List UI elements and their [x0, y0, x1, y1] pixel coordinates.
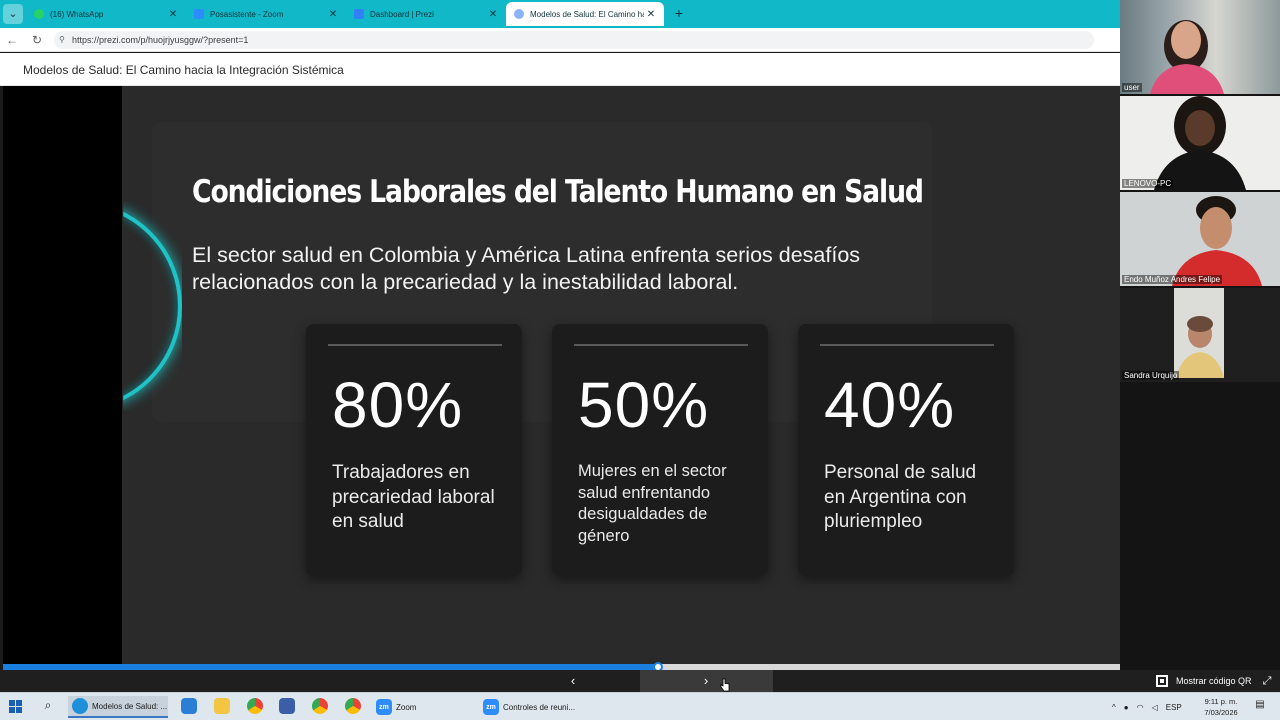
clock-time: 9:11 p. m. [1204, 697, 1238, 706]
tab-posasistente-zoom[interactable]: Posasistente - Zoom ✕ [186, 2, 346, 26]
stat-description: Trabajadores en precariedad laboral en s… [332, 462, 495, 532]
participant-tile[interactable]: Sandra Urquijo [1120, 288, 1280, 382]
presentation-control-bar: ‹ › Mostrar código QR ⤢ [0, 670, 1280, 692]
zoom-icon: zm [483, 699, 499, 715]
presentation-title: Modelos de Salud: El Camino hacia la Int… [23, 63, 344, 77]
chrome-icon[interactable] [312, 698, 328, 714]
new-tab-plus-icon[interactable]: + [671, 4, 687, 22]
hand-cursor-icon [720, 678, 730, 692]
qr-label: Mostrar código QR [1176, 676, 1252, 686]
language-indicator[interactable]: ESP [1166, 703, 1182, 712]
app-icon[interactable] [279, 698, 295, 714]
edge-icon [72, 698, 88, 714]
stat-description: Personal de salud en Argentina con pluri… [824, 462, 977, 532]
url-text: https://prezi.com/p/huojrjyusggw/?presen… [72, 35, 249, 45]
taskbar-app-label: Zoom [396, 702, 417, 712]
presentation-stage[interactable]: Condiciones Laborales del Talento Humano… [3, 86, 1157, 664]
slide-subtitle: El sector salud en Colombia y América La… [192, 243, 861, 294]
close-icon[interactable]: ✕ [166, 9, 180, 20]
address-bar[interactable]: ⚲ https://prezi.com/p/huojrjyusggw/?pres… [54, 31, 1094, 49]
participant-name: Sandra Urquijo [1122, 371, 1180, 380]
prezi-icon [354, 9, 364, 19]
show-qr-button[interactable]: Mostrar código QR [1156, 673, 1252, 689]
participant-name: LENOVO-PC [1122, 179, 1174, 188]
card-divider [328, 344, 502, 346]
close-icon[interactable]: ✕ [326, 9, 340, 20]
chevron-up-icon[interactable]: ^ [1112, 703, 1116, 712]
participant-video [1154, 96, 1246, 190]
fullscreen-icon[interactable]: ⤢ [1260, 673, 1274, 689]
stat-card: 80% Trabajadores en precariedad laboral … [306, 324, 522, 576]
stat-value: 40% [824, 369, 956, 441]
notification-icon[interactable]: ▤ [1253, 699, 1267, 713]
stat-card: 50% Mujeres en el sector salud enfrentan… [552, 324, 768, 576]
taskbar-app-zoom[interactable]: zm Zoom [372, 696, 442, 718]
participant-name: Endo Muñoz Andres Felipe [1122, 275, 1223, 284]
whatsapp-icon [34, 9, 44, 19]
site-info-icon[interactable]: ⚲ [59, 31, 65, 49]
back-arrow-icon[interactable]: ← [4, 32, 20, 48]
chrome-icon[interactable] [247, 698, 263, 714]
next-step-button[interactable]: › [640, 670, 773, 692]
search-icon[interactable]: ⌕ [40, 698, 56, 714]
participant-tile[interactable]: user [1120, 0, 1280, 94]
clock-date: 7/03/2026 [1204, 708, 1238, 717]
reload-icon[interactable]: ↻ [29, 32, 45, 48]
participant-tile[interactable]: Endo Muñoz Andres Felipe [1120, 192, 1280, 286]
file-explorer-icon[interactable] [214, 698, 230, 714]
zoom-participant-panel: user LENOVO-PC Endo Muñoz Andres Felipe … [1120, 0, 1280, 670]
taskbar-app-edge[interactable]: Modelos de Salud: ... [68, 696, 168, 718]
close-icon[interactable]: ✕ [644, 9, 658, 20]
tab-search-chevron-icon[interactable]: ⌄ [3, 4, 23, 24]
windows-start-icon[interactable] [9, 700, 22, 713]
slide: Condiciones Laborales del Talento Humano… [122, 86, 1157, 664]
participant-video [1172, 196, 1262, 286]
card-divider [820, 344, 994, 346]
participant-video [1174, 288, 1224, 378]
speaker-icon[interactable]: ◁ [1152, 703, 1158, 712]
tab-label: (16) WhatsApp [50, 9, 104, 19]
prezi-icon [514, 9, 524, 19]
microsoft-store-icon[interactable] [181, 698, 197, 714]
taskbar-app-label: Controles de reuni... [503, 702, 576, 712]
stat-value: 80% [332, 369, 464, 441]
participant-name: user [1122, 83, 1142, 92]
windows-taskbar: ⌕ Modelos de Salud: ... zm Zoom zm Contr… [0, 692, 1280, 720]
prezi-header: Modelos de Salud: El Camino hacia la Int… [0, 53, 1120, 86]
tab-label: Modelos de Salud: El Camino hacia [530, 9, 644, 19]
participant-video [1150, 20, 1224, 94]
card-divider [574, 344, 748, 346]
microphone-icon[interactable]: ● [1124, 703, 1129, 712]
tab-label: Posasistente - Zoom [210, 9, 284, 19]
chevron-right-icon[interactable]: › [696, 672, 716, 690]
tab-modelos-de-salud[interactable]: Modelos de Salud: El Camino hacia ✕ [506, 2, 664, 26]
stat-description: Mujeres en el sector salud enfrentando d… [578, 462, 727, 545]
qr-code-icon [1156, 675, 1168, 687]
chevron-left-icon[interactable]: ‹ [563, 672, 583, 690]
taskbar-clock[interactable]: 9:11 p. m. 7/03/2026 [1200, 696, 1242, 718]
wifi-icon[interactable]: ◠ [1137, 703, 1144, 712]
system-tray: ^ ● ◠ ◁ ESP [1112, 697, 1190, 717]
tab-whatsapp[interactable]: (16) WhatsApp ✕ [26, 2, 186, 26]
tab-label: Dashboard | Prezi [370, 9, 434, 19]
stat-value: 50% [578, 369, 710, 441]
taskbar-app-zoom-controls[interactable]: zm Controles de reuni... [479, 696, 589, 718]
zoom-icon [194, 9, 204, 19]
participant-tile[interactable]: LENOVO-PC [1120, 96, 1280, 190]
chrome-icon[interactable] [345, 698, 361, 714]
zoom-icon: zm [376, 699, 392, 715]
tab-dashboard-prezi[interactable]: Dashboard | Prezi ✕ [346, 2, 506, 26]
browser-tab-strip: ⌄ (16) WhatsApp ✕ Posasistente - Zoom ✕ … [0, 0, 1120, 28]
stage-letterbox [3, 86, 122, 664]
slide-heading: Condiciones Laborales del Talento Humano… [192, 174, 924, 210]
close-icon[interactable]: ✕ [486, 9, 500, 20]
taskbar-app-label: Modelos de Salud: ... [92, 701, 168, 711]
stat-card: 40% Personal de salud en Argentina con p… [798, 324, 1014, 576]
browser-toolbar: ← ↻ ⚲ https://prezi.com/p/huojrjyusggw/?… [0, 28, 1120, 52]
